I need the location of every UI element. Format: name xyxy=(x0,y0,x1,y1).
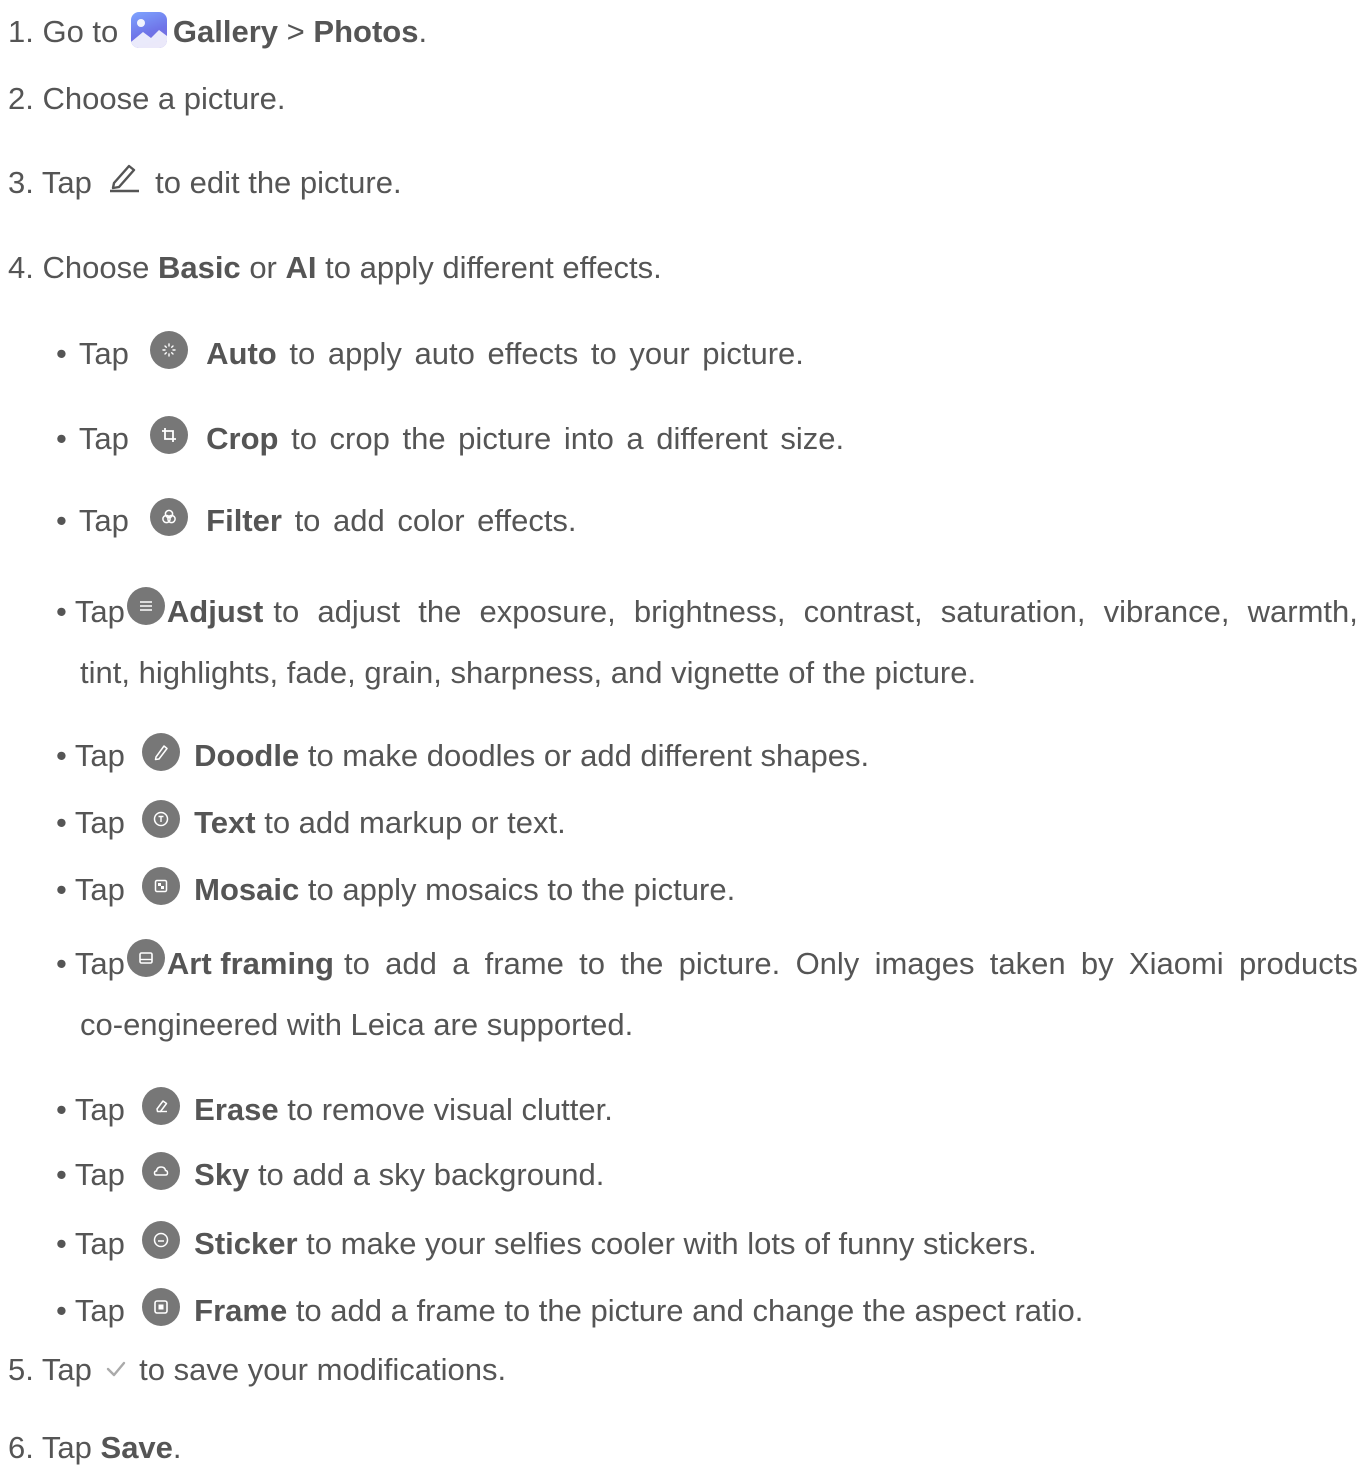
doodle-icon xyxy=(141,732,180,771)
period: . xyxy=(172,1430,182,1465)
step-3-prefix: 3. Tap xyxy=(8,165,92,201)
tap-text: • Tap xyxy=(56,805,125,840)
tool-desc: to add markup or text. xyxy=(264,805,566,840)
tool-desc-line-2: co-engineered with Leica are supported. xyxy=(80,1007,634,1042)
step-4-prefix: 4. Choose xyxy=(8,250,150,285)
check-icon xyxy=(105,1350,127,1390)
tool-name: Art framing xyxy=(166,946,334,981)
photos-label: Photos xyxy=(313,14,419,49)
step-4-rest: to apply different effects. xyxy=(325,250,662,285)
or-text: or xyxy=(249,250,277,285)
tool-desc-line-1: to add a frame to the picture. Only images taken b… xyxy=(343,946,1358,981)
tool-name: Adjust xyxy=(166,594,264,629)
step-2: 2. Choose a picture. xyxy=(8,79,285,119)
tool-name: Frame xyxy=(194,1293,288,1328)
tool-desc: to make your selfies cooler with lots of… xyxy=(306,1226,1037,1261)
tap-text: • Tap xyxy=(56,872,125,907)
tool-desc-line-2: tint, highlights, fade, grain, sharpness… xyxy=(80,655,977,690)
save-label: Save xyxy=(100,1430,173,1465)
step-3-rest: to edit the picture. xyxy=(155,165,402,201)
ai-label: AI xyxy=(285,250,317,285)
tool-filter: • Tap Filter to add color effects. xyxy=(56,497,577,542)
sticker-icon xyxy=(141,1220,180,1259)
tap-text: • Tap xyxy=(56,1226,125,1261)
tool-desc-line-1: to adjust the exposure, brightness, contrast,… xyxy=(273,594,1358,629)
adjust-icon xyxy=(126,587,165,625)
basic-label: Basic xyxy=(157,250,241,285)
frame-icon xyxy=(141,1287,180,1326)
step-2-text: 2. Choose a picture. xyxy=(8,81,286,116)
step-1-prefix: 1. Go to xyxy=(8,14,119,49)
tool-name: Filter xyxy=(206,503,282,538)
mosaic-icon xyxy=(141,866,180,905)
tool-name: Sticker xyxy=(194,1226,298,1261)
tool-mosaic: • Tap Mosaic to apply mosaics to the pic… xyxy=(56,866,736,911)
gallery-label: Gallery xyxy=(172,14,279,49)
step-6: 6. Tap Save. xyxy=(8,1428,182,1468)
auto-magic-icon xyxy=(149,330,188,369)
tool-name: Sky xyxy=(194,1157,250,1192)
tool-doodle: • Tap Doodle to make doodles or add diff… xyxy=(56,732,870,777)
step-5-rest: to save your modifications. xyxy=(139,1352,507,1387)
tool-name: Text xyxy=(194,805,256,840)
tool-sky: • Tap Sky to add a sky background. xyxy=(56,1151,605,1196)
tool-desc: to make doodles or add different shapes. xyxy=(307,738,870,773)
tool-desc: to apply auto effects to your picture. xyxy=(289,336,804,371)
tool-frame: • Tap Frame to add a frame to the pictur… xyxy=(56,1287,1084,1332)
gallery-app-icon xyxy=(130,11,167,48)
tool-crop: • Tap Crop to crop the picture into a di… xyxy=(56,415,845,460)
tap-text: • Tap xyxy=(56,1092,125,1127)
step-6-prefix: 6. Tap xyxy=(8,1430,92,1465)
sky-icon xyxy=(141,1151,180,1190)
edit-pencil-icon xyxy=(107,159,141,203)
tap-text: • Tap xyxy=(56,421,129,456)
tap-text: • Tap xyxy=(56,336,129,371)
tool-desc: to crop the picture into a different siz… xyxy=(291,421,845,456)
tap-text: • Tap xyxy=(56,946,125,981)
erase-icon xyxy=(141,1086,180,1125)
tool-desc: to add a frame to the picture and change… xyxy=(295,1293,1084,1328)
tool-art-framing: • Tap Art framing to add a frame to the pictur… xyxy=(56,939,1358,1045)
filter-icon xyxy=(149,497,188,536)
tool-desc: to remove visual clutter. xyxy=(287,1092,613,1127)
tool-desc: to apply mosaics to the picture. xyxy=(307,872,736,907)
crop-icon xyxy=(149,415,188,454)
tap-text: • Tap xyxy=(56,594,125,629)
step-1: 1. Go to Gallery > Photos. xyxy=(8,11,428,52)
tool-adjust: • Tap Adjust to adjust the exposure, brightn… xyxy=(56,587,1358,693)
step-4: 4. Choose Basic or AI to apply different… xyxy=(8,248,662,288)
text-icon xyxy=(141,799,180,838)
tool-name: Crop xyxy=(206,421,279,456)
tap-text: • Tap xyxy=(56,1293,125,1328)
step-3: 3. Tap to edit the picture. xyxy=(8,163,402,207)
period: . xyxy=(418,14,428,49)
tool-auto: • Tap Auto to apply auto effects to your… xyxy=(56,330,804,375)
tool-name: Auto xyxy=(206,336,277,371)
step-5-prefix: 5. Tap xyxy=(8,1352,92,1387)
tool-erase: • Tap Erase to remove visual clutter. xyxy=(56,1086,613,1131)
tool-name: Mosaic xyxy=(194,872,300,907)
step-5: 5. Tap to save your modifications. xyxy=(8,1350,506,1392)
art-framing-icon xyxy=(126,939,165,977)
tap-text: • Tap xyxy=(56,503,129,538)
separator: > xyxy=(286,14,305,49)
tool-text: • Tap Text to add markup or text. xyxy=(56,799,566,844)
tool-desc: to add a sky background. xyxy=(257,1157,605,1192)
tool-desc: to add color effects. xyxy=(294,503,577,538)
tap-text: • Tap xyxy=(56,738,125,773)
tool-name: Doodle xyxy=(194,738,300,773)
tap-text: • Tap xyxy=(56,1157,125,1192)
tool-name: Erase xyxy=(194,1092,279,1127)
tool-sticker: • Tap Sticker to make your selfies coole… xyxy=(56,1220,1037,1265)
